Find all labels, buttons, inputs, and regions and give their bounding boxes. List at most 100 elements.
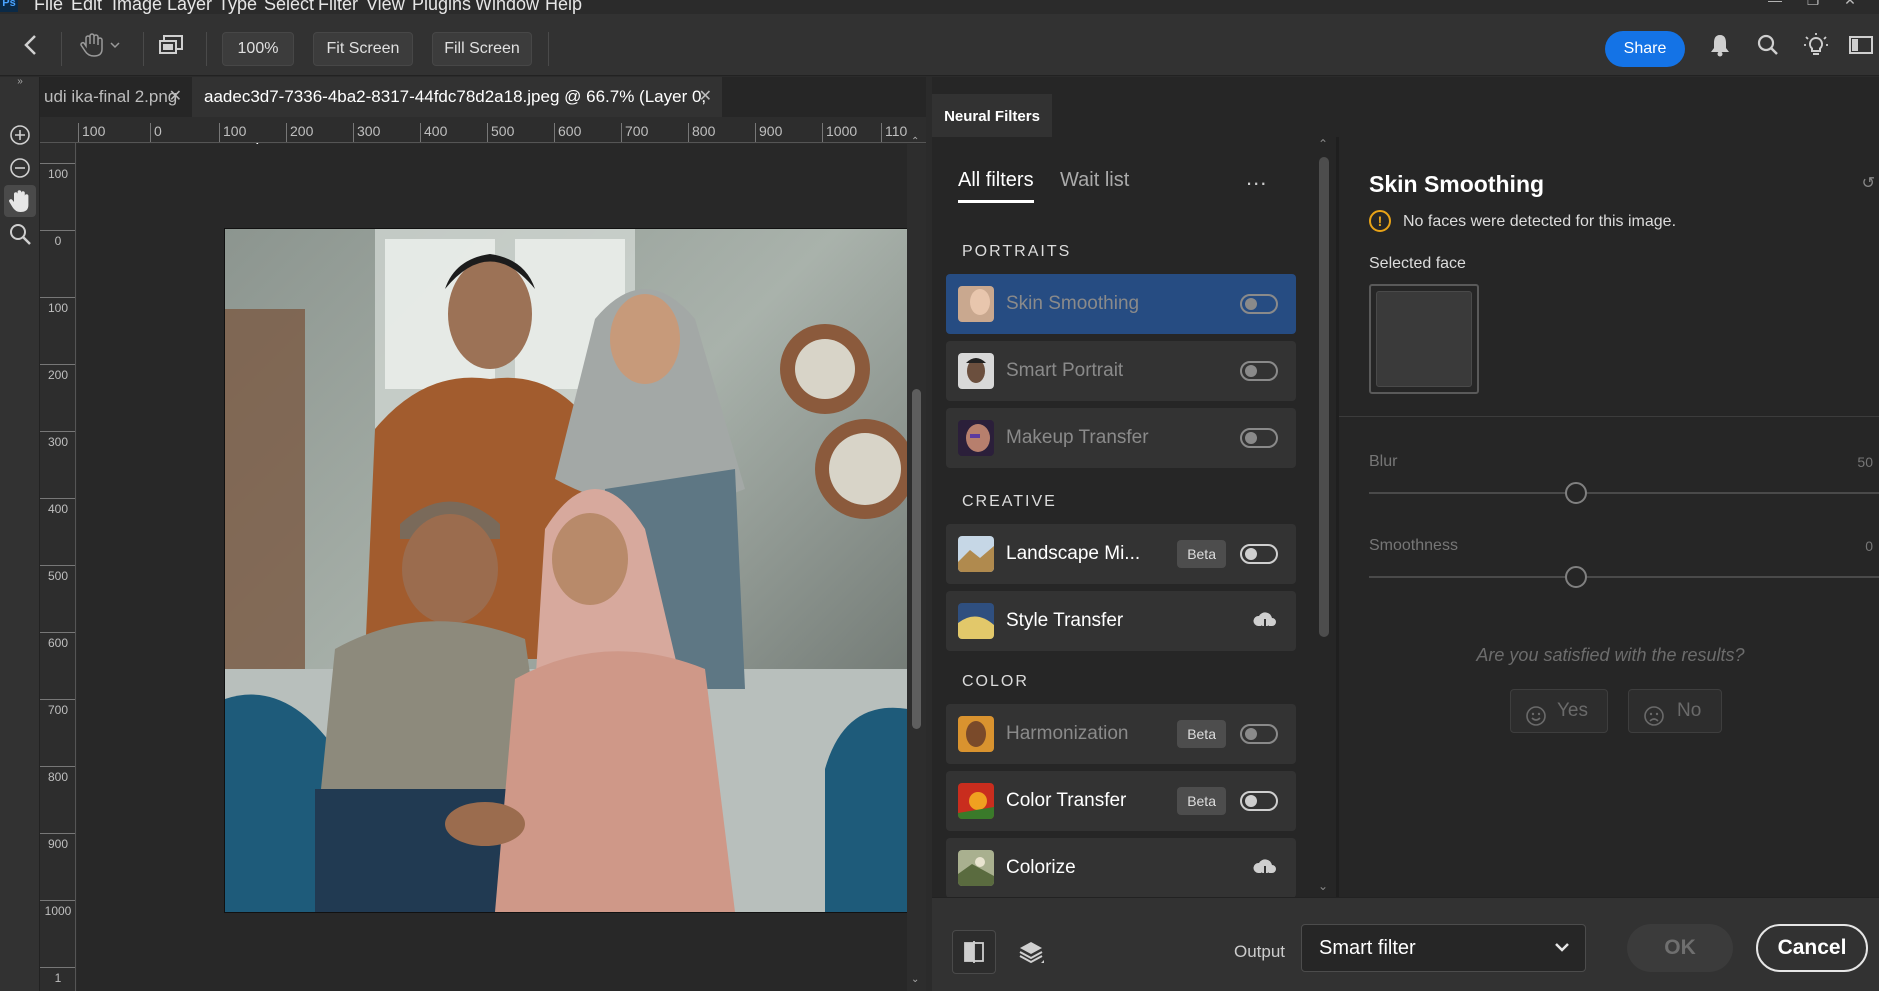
feedback-no-button[interactable]: No (1628, 689, 1722, 733)
scroll-up-icon[interactable]: ⌃ (911, 136, 919, 147)
workspace-icon[interactable] (1846, 30, 1876, 60)
menu-window[interactable]: Window (475, 0, 539, 14)
more-options-icon[interactable]: ... (1246, 165, 1267, 191)
ruler-label: 100 (219, 123, 246, 142)
smoothness-slider-handle[interactable] (1565, 566, 1587, 588)
hand-tool-icon[interactable] (4, 185, 36, 217)
ruler-label: 110 (881, 123, 907, 142)
ruler-label: 100 (40, 297, 75, 314)
filter-item-landscape-mixer[interactable]: Landscape Mi... Beta (946, 524, 1296, 584)
document-canvas[interactable] (77, 144, 908, 991)
tab-all-filters[interactable]: All filters (958, 169, 1034, 203)
tool-strip: » (0, 77, 40, 991)
filter-list-scrollbar[interactable]: ⌃ ⌄ (1312, 137, 1336, 897)
scroll-down-icon[interactable]: ⌄ (1318, 879, 1328, 893)
zoom-out-icon[interactable] (4, 152, 36, 184)
minimize-icon[interactable]: — (1760, 0, 1790, 10)
output-select[interactable]: Smart filter (1301, 924, 1586, 972)
tab-wait-list[interactable]: Wait list (1060, 169, 1129, 192)
ruler-label: 600 (554, 123, 581, 142)
reset-icon[interactable]: ↺ (1862, 173, 1875, 193)
ok-button[interactable]: OK (1627, 924, 1733, 972)
options-bar: 100% Fit Screen Fill Screen Share (0, 14, 1879, 76)
menu-file[interactable]: File (34, 0, 63, 14)
menu-view[interactable]: View (366, 0, 405, 14)
panel-collapse-icon[interactable]: » (0, 77, 40, 87)
filter-toggle[interactable] (1240, 428, 1278, 448)
share-button[interactable]: Share (1605, 31, 1685, 67)
filter-item-style-transfer[interactable]: Style Transfer (946, 591, 1296, 651)
selected-face-label: Selected face (1369, 255, 1466, 272)
divider (1339, 416, 1879, 417)
separator (61, 32, 62, 66)
filter-toggle[interactable] (1240, 361, 1278, 381)
cloud-download-icon[interactable] (1252, 856, 1278, 880)
smoothness-slider-track[interactable] (1369, 576, 1879, 578)
ruler-label: 500 (487, 123, 514, 142)
blur-slider-handle[interactable] (1565, 482, 1587, 504)
feedback-yes-button[interactable]: Yes (1510, 689, 1608, 733)
document-tab-inactive[interactable]: udi ika-final 2.png ✕ (40, 77, 192, 117)
menu-image[interactable]: Image (112, 0, 162, 14)
cancel-button[interactable]: Cancel (1756, 924, 1868, 972)
filter-list: All filters Wait list ... PORTRAITS Skin… (932, 137, 1312, 897)
lightbulb-icon[interactable] (1801, 30, 1831, 60)
cloud-download-icon[interactable] (1252, 609, 1278, 633)
ruler-label: 1000 (822, 123, 857, 142)
filter-toggle[interactable] (1240, 294, 1278, 314)
hand-icon[interactable] (75, 30, 125, 60)
menu-type[interactable]: Type (218, 0, 257, 14)
fit-screen-button[interactable]: Fit Screen (313, 32, 413, 66)
filter-item-skin-smoothing[interactable]: Skin Smoothing (946, 274, 1296, 334)
zoom-tool-icon[interactable] (4, 218, 36, 250)
scrollbar-thumb[interactable] (912, 389, 921, 729)
zoom-value-field[interactable]: 100% (222, 32, 294, 66)
filter-name: Makeup Transfer (1006, 427, 1149, 448)
filter-toggle[interactable] (1240, 544, 1278, 564)
tab-neural-filters[interactable]: Neural Filters (932, 94, 1052, 139)
menu-plugins[interactable]: Plugins (412, 0, 471, 14)
back-icon[interactable] (15, 30, 45, 60)
selected-face-thumbnail[interactable] (1369, 284, 1479, 394)
filter-toggle[interactable] (1240, 791, 1278, 811)
filter-item-makeup-transfer[interactable]: Makeup Transfer (946, 408, 1296, 468)
restore-icon[interactable]: ❐ (1798, 0, 1828, 10)
layers-preview-icon[interactable] (1009, 930, 1053, 974)
filter-item-colorize[interactable]: Colorize (946, 838, 1296, 897)
blur-slider-track[interactable] (1369, 492, 1879, 494)
close-tab-icon[interactable]: ✕ (699, 77, 712, 117)
photoshop-logo: Ps (0, 0, 18, 12)
fill-screen-button[interactable]: Fill Screen (432, 32, 532, 66)
close-tab-icon[interactable]: ✕ (169, 77, 182, 117)
preview-toggle-icon[interactable] (952, 930, 996, 974)
search-icon[interactable] (1753, 30, 1783, 60)
menu-layer[interactable]: Layer (167, 0, 212, 14)
filter-settings-title: Skin Smoothing (1369, 171, 1545, 197)
bell-icon[interactable] (1705, 30, 1735, 60)
family-portrait-image[interactable] (225, 229, 908, 912)
filter-toggle[interactable] (1240, 724, 1278, 744)
ruler-label: 100 (40, 163, 75, 180)
section-title-creative: CREATIVE (962, 493, 1057, 510)
menu-filter[interactable]: Filter (318, 0, 358, 14)
filter-item-smart-portrait[interactable]: Smart Portrait (946, 341, 1296, 401)
scroll-down-icon[interactable]: ⌄ (911, 974, 919, 985)
scroll-up-icon[interactable]: ⌃ (1318, 137, 1328, 151)
document-tab-active[interactable]: aadec3d7-7336-4ba2-8317-44fdc78d2a18.jpe… (192, 77, 722, 146)
scrollbar-thumb[interactable] (1319, 157, 1329, 637)
close-window-icon[interactable]: ✕ (1835, 0, 1865, 10)
scroll-all-windows-icon[interactable] (156, 30, 186, 60)
filter-item-harmonization[interactable]: Harmonization Beta (946, 704, 1296, 764)
menu-edit[interactable]: Edit (71, 0, 102, 14)
zoom-in-icon[interactable] (4, 119, 36, 151)
separator (548, 32, 549, 66)
filter-name: Colorize (1006, 857, 1076, 878)
output-selected-value: Smart filter (1319, 937, 1416, 959)
menu-select[interactable]: Select (264, 0, 314, 14)
ruler-label: 800 (40, 766, 75, 783)
canvas-vertical-scrollbar[interactable]: ⌃ ⌄ (907, 136, 926, 991)
ruler-label: 400 (420, 123, 447, 142)
separator (206, 32, 207, 66)
filter-item-color-transfer[interactable]: Color Transfer Beta (946, 771, 1296, 831)
menu-help[interactable]: Help (545, 0, 582, 14)
